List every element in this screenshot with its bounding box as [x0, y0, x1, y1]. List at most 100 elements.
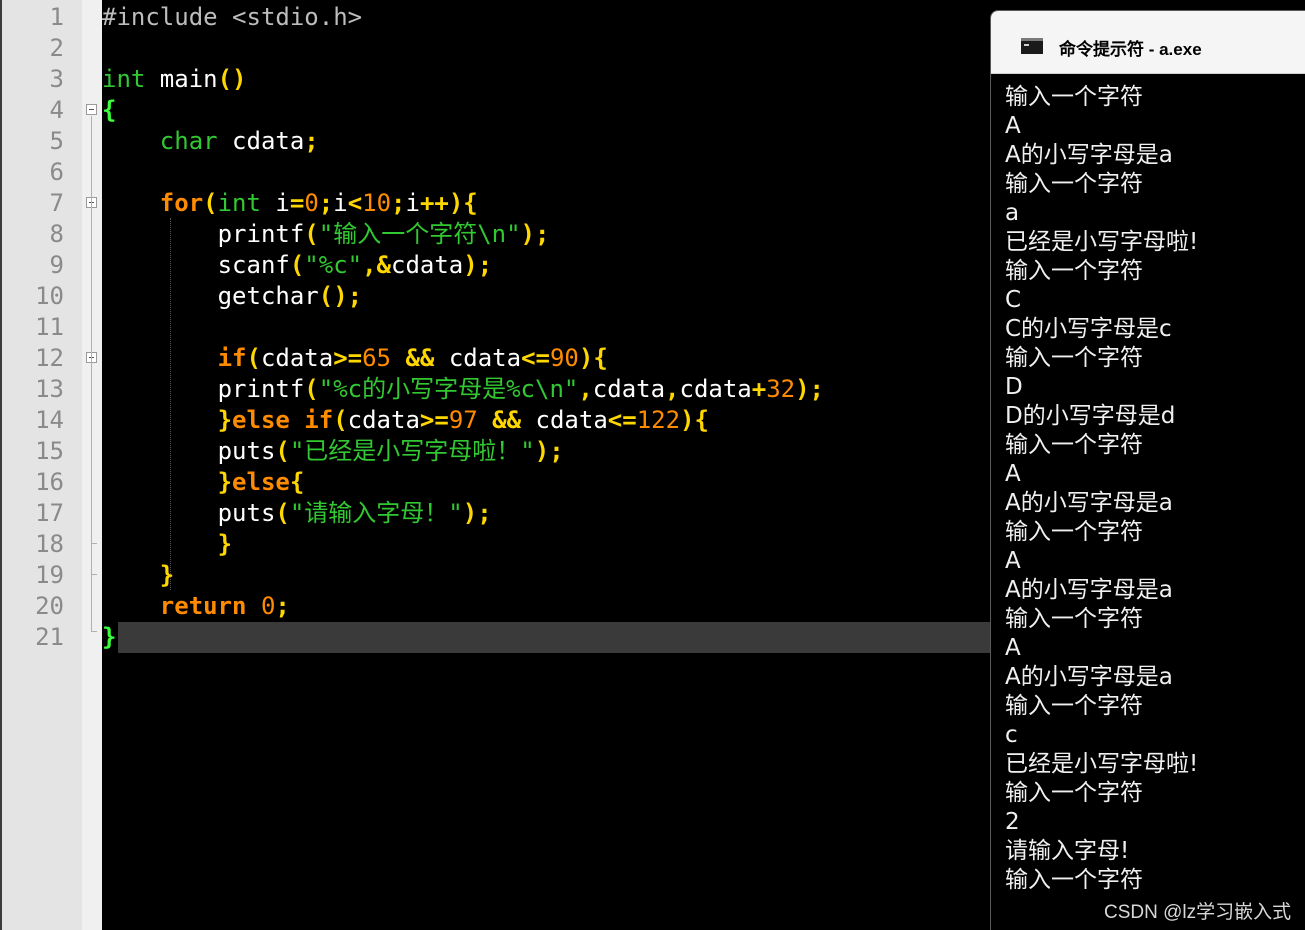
code-token: char: [159, 127, 218, 155]
console-output[interactable]: 输入一个字符 A A的小写字母是a 输入一个字符 a 已经是小写字母啦! 输入一个字符 C C的…: [1005, 83, 1305, 895]
line-number: 14: [35, 406, 64, 434]
code-line: if(cdata>=65 && cdata<=90){: [102, 343, 608, 374]
code-token: 122: [636, 406, 681, 434]
code-token: (: [203, 189, 218, 217]
line-number: 13: [35, 375, 64, 403]
code-token: );: [520, 220, 550, 248]
code-token: );: [462, 499, 492, 527]
code-token: );: [795, 375, 825, 403]
console-line: 输入一个字符: [1005, 780, 1143, 806]
code-token: cdata: [391, 251, 464, 279]
code-token: (): [217, 65, 247, 93]
line-number: 12: [35, 344, 64, 372]
line-number: 18: [35, 530, 64, 558]
code-line: }: [102, 560, 174, 591]
code-token: "输入一个字符\n": [318, 220, 521, 248]
code-line: char cdata;: [102, 126, 319, 157]
code-line: getchar();: [102, 281, 363, 312]
code-token: {: [289, 468, 305, 496]
code-token: ;: [391, 189, 406, 217]
console-line: A: [1005, 461, 1021, 487]
console-line: 输入一个字符: [1005, 606, 1143, 632]
console-line: 输入一个字符: [1005, 519, 1143, 545]
code-line: puts("已经是小写字母啦！");: [102, 436, 564, 467]
code-line: printf("%c的小写字母是%c\n",cdata,cdata+32);: [102, 374, 824, 405]
code-token: "%c的小写字母是%c\n": [318, 375, 579, 403]
code-line: printf("输入一个字符\n");: [102, 219, 550, 250]
code-token: >=: [333, 344, 363, 372]
code-token: (: [304, 375, 319, 403]
console-line: A: [1005, 635, 1021, 661]
line-number-gutter: 1 2 3 4 5 6 7 8 9 10 11 12 13 14 15 16 17 18 19 20 21: [0, 0, 82, 930]
code-token: >=: [419, 406, 449, 434]
code-token: &&: [405, 344, 435, 372]
code-token: cdata: [592, 375, 666, 403]
line-number: 6: [49, 158, 64, 186]
code-line: return 0;: [102, 591, 290, 622]
code-token: }: [217, 530, 233, 558]
line-number: 19: [35, 561, 64, 589]
console-line: c: [1005, 722, 1018, 748]
watermark: CSDN @lz学习嵌入式: [1104, 902, 1292, 923]
code-token: }: [217, 468, 233, 496]
code-token: 10: [362, 189, 392, 217]
code-line: int main(): [102, 64, 247, 95]
code-line: }else{: [102, 467, 305, 498]
fold-margin: [82, 0, 102, 930]
line-number: 3: [49, 65, 64, 93]
fold-end: [91, 631, 97, 632]
code-token: 0: [260, 592, 276, 620]
code-token: );: [534, 437, 564, 465]
code-token: }: [102, 623, 117, 651]
code-token: ++){: [419, 189, 478, 217]
code-token: }: [217, 406, 233, 434]
console-line: 输入一个字符: [1005, 84, 1143, 110]
code-token: if: [217, 344, 247, 372]
console-line: 输入一个字符: [1005, 693, 1143, 719]
console-line: A: [1005, 113, 1021, 139]
line-number: 4: [49, 96, 64, 124]
console-line: A的小写字母是a: [1005, 577, 1173, 603]
code-token: cdata: [260, 344, 334, 372]
code-token: "请输入字母！": [289, 499, 463, 527]
code-token: <=: [521, 344, 550, 372]
code-token: 32: [766, 375, 796, 403]
code-token: main: [145, 65, 218, 93]
code-token: else: [232, 468, 290, 496]
fold-end: [91, 574, 97, 575]
code-token: 90: [549, 344, 579, 372]
code-token: 65: [362, 344, 392, 372]
code-token: printf: [102, 220, 305, 248]
code-token: int: [217, 189, 261, 217]
code-token: printf: [102, 375, 305, 403]
line-number: 8: [49, 220, 64, 248]
console-line: 输入一个字符: [1005, 867, 1143, 893]
fold-end: [91, 543, 97, 544]
line-number: 21: [35, 623, 64, 651]
code-line: #include <stdio.h>: [102, 2, 362, 33]
fold-line: [91, 116, 92, 632]
console-line: D: [1005, 374, 1023, 400]
fold-minus-icon[interactable]: [86, 104, 97, 115]
code-token: "已经是小写字母啦！": [289, 437, 535, 465]
code-token: ){: [680, 406, 709, 434]
code-token: <: [347, 189, 363, 217]
console-line: C: [1005, 287, 1022, 313]
code-token: int: [102, 65, 146, 93]
code-token: cdata: [679, 375, 752, 403]
console-titlebar[interactable]: 命令提示符 - a.exe: [991, 11, 1305, 74]
code-token: if: [304, 406, 334, 434]
code-line: for(int i=0;i<10;i++){: [102, 188, 478, 219]
console-line: 输入一个字符: [1005, 171, 1143, 197]
console-line: A的小写字母是a: [1005, 490, 1173, 516]
code-token: "%c": [304, 251, 363, 279]
code-token: }: [159, 561, 175, 589]
line-number: 7: [49, 189, 64, 217]
console-window[interactable]: 命令提示符 - a.exe 输入一个字符 A A的小写字母是a 输入一个字符 a 已经是小…: [990, 10, 1305, 930]
console-title: 命令提示符 - a.exe: [1059, 40, 1202, 59]
